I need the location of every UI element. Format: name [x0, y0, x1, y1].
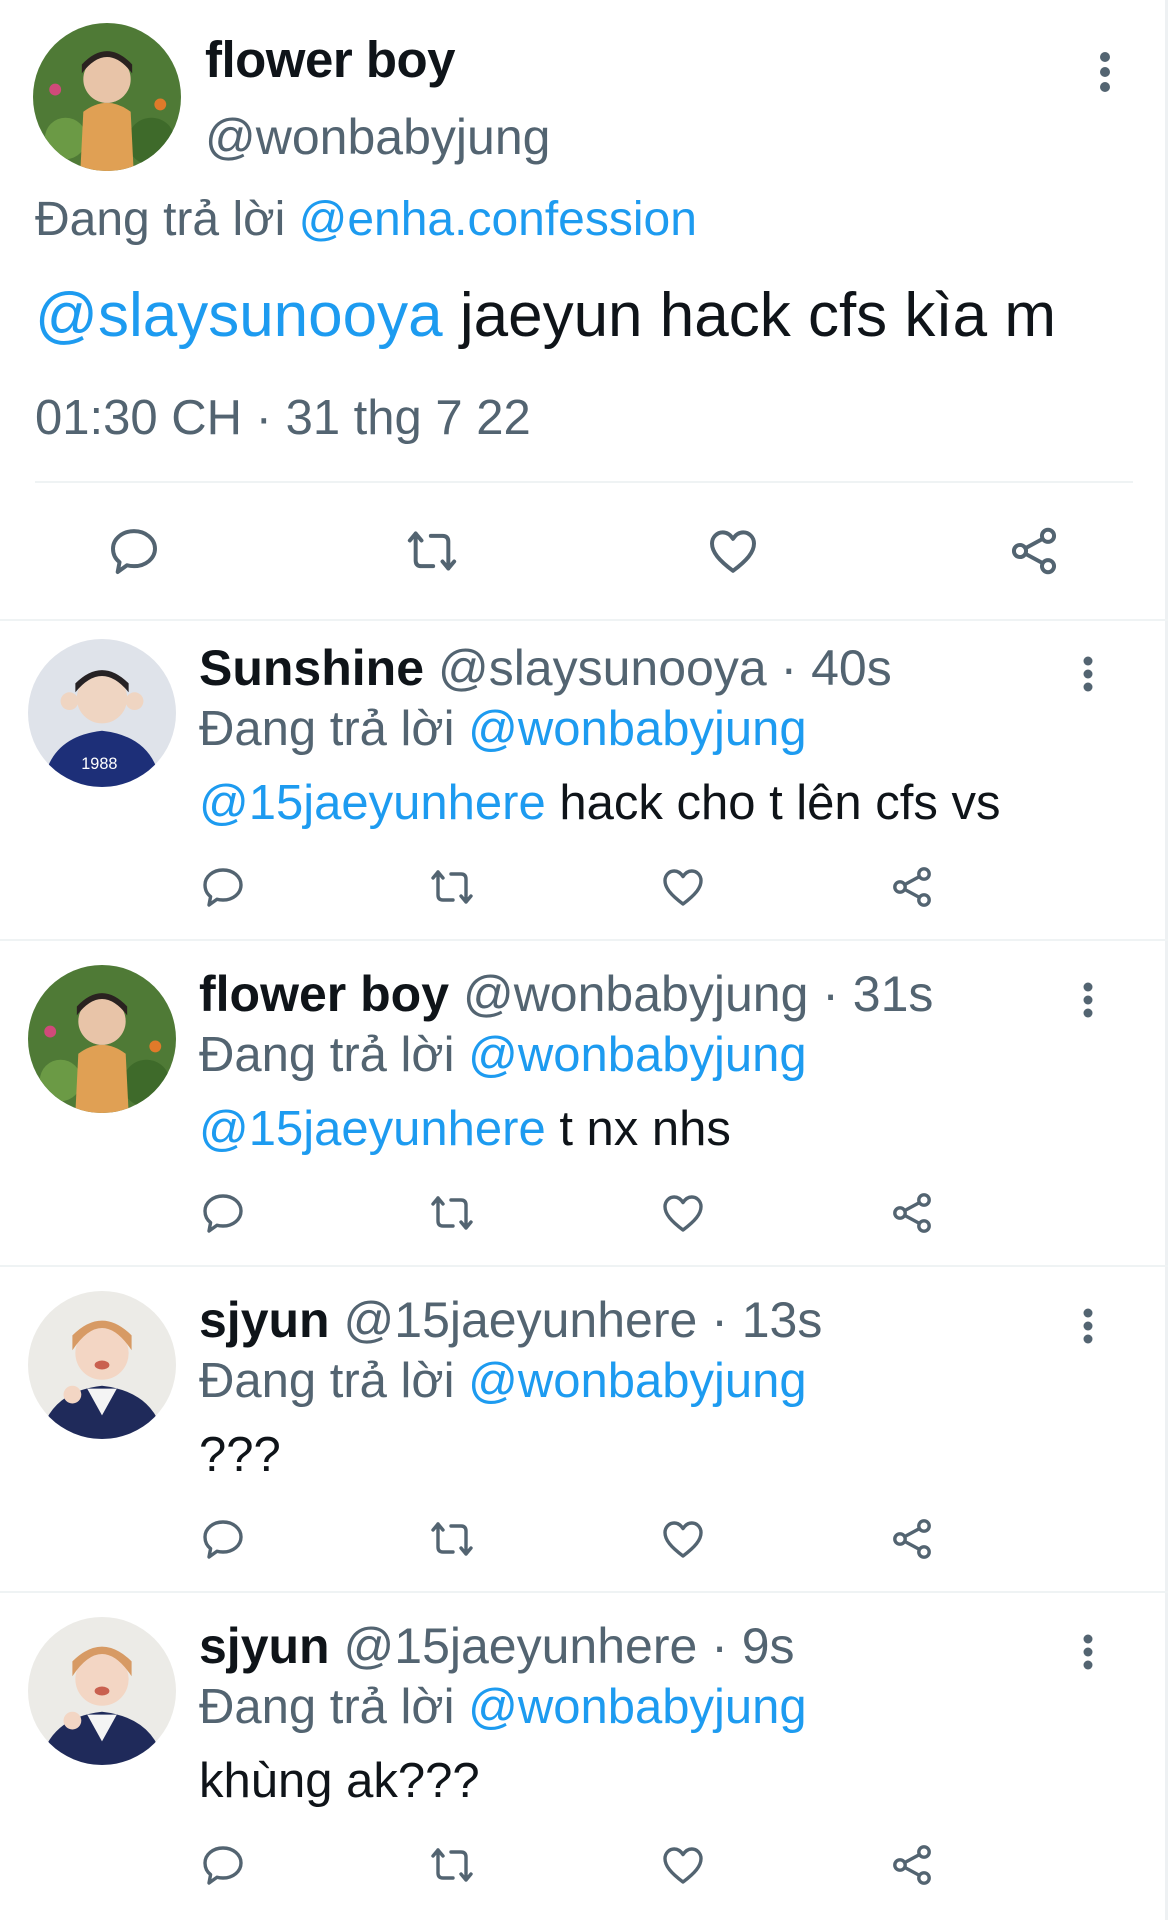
author-name[interactable]: Sunshine	[199, 640, 424, 696]
author-handle[interactable]: @15jaeyunhere	[344, 1618, 698, 1674]
replying-to-label: Đang trả lời	[199, 1354, 455, 1408]
comment-icon[interactable]	[199, 1841, 247, 1889]
replying-to: Đang trả lời @enha.confession	[35, 192, 697, 247]
tweet-mention[interactable]: @15jaeyunhere	[199, 776, 546, 830]
reply-tweet[interactable]: flower boy @wonbabyjung · 31s Đang trả l…	[0, 951, 1165, 1264]
retweet-icon[interactable]	[428, 863, 476, 911]
reply-header: flower boy @wonbabyjung · 31s	[199, 965, 933, 1023]
retweet-icon[interactable]	[428, 1515, 476, 1563]
tweet-body: ???	[199, 1428, 281, 1482]
reply-age: · 40s	[766, 640, 892, 696]
replying-to: Đang trả lời @wonbabyjung	[199, 1679, 807, 1735]
reply-age: · 9s	[697, 1618, 795, 1674]
author-name[interactable]: flower boy	[205, 30, 456, 89]
tweet-timestamp[interactable]: 01:30 CH · 31 thg 7 22	[35, 390, 531, 446]
more-options-icon[interactable]	[1082, 1307, 1094, 1350]
tweet-body: t nx nhs	[545, 1102, 731, 1156]
replying-to-mention[interactable]: @wonbabyjung	[468, 1680, 807, 1734]
like-icon[interactable]	[659, 863, 707, 911]
replying-to-label: Đang trả lời	[199, 1028, 455, 1082]
author-name[interactable]: sjyun	[199, 1618, 330, 1674]
reply-age: · 13s	[697, 1292, 823, 1348]
avatar[interactable]	[28, 1291, 176, 1439]
avatar[interactable]	[33, 23, 181, 171]
tweet-date: 31 thg 7 22	[285, 391, 531, 445]
share-icon[interactable]	[888, 1841, 936, 1889]
tweet-mention[interactable]: @slaysunooya	[35, 281, 443, 350]
more-options-icon[interactable]	[1082, 655, 1094, 698]
replying-to-label: Đang trả lời	[35, 193, 286, 246]
replying-to-label: Đang trả lời	[199, 702, 455, 756]
replying-to-mention[interactable]: @wonbabyjung	[468, 1354, 807, 1408]
tweet-text: khùng ak???	[199, 1753, 480, 1809]
reply-tweet[interactable]: 1988 Sunshine @slaysunooya · 40s Đang tr…	[0, 625, 1165, 938]
author-handle[interactable]: @wonbabyjung	[205, 108, 550, 166]
like-icon[interactable]	[705, 523, 761, 579]
comment-icon[interactable]	[199, 863, 247, 911]
avatar[interactable]	[28, 1617, 176, 1765]
replying-to-mention[interactable]: @wonbabyjung	[468, 1028, 807, 1082]
avatar[interactable]	[28, 965, 176, 1113]
retweet-icon[interactable]	[404, 523, 460, 579]
divider	[0, 1591, 1168, 1593]
like-icon[interactable]	[659, 1189, 707, 1237]
author-name[interactable]: sjyun	[199, 1292, 330, 1348]
share-icon[interactable]	[1006, 523, 1062, 579]
comment-icon[interactable]	[199, 1515, 247, 1563]
retweet-icon[interactable]	[428, 1189, 476, 1237]
divider	[0, 939, 1168, 941]
retweet-icon[interactable]	[428, 1841, 476, 1889]
replying-to: Đang trả lời @wonbabyjung	[199, 1353, 807, 1409]
author-handle[interactable]: @wonbabyjung	[463, 966, 808, 1022]
replying-to: Đang trả lời @wonbabyjung	[199, 701, 807, 757]
reply-age: · 31s	[808, 966, 934, 1022]
divider	[0, 1265, 1168, 1267]
tweet-time: 01:30 CH	[35, 391, 243, 445]
tweet-text: @15jaeyunhere t nx nhs	[199, 1101, 731, 1157]
divider	[35, 481, 1133, 483]
tweet-body: khùng ak???	[199, 1754, 480, 1808]
replying-to: Đang trả lời @wonbabyjung	[199, 1027, 807, 1083]
more-options-icon[interactable]	[1082, 1633, 1094, 1676]
timestamp-separator: ·	[242, 391, 286, 445]
tweet-body: jaeyun hack cfs kìa m	[442, 281, 1056, 350]
replying-to-mention[interactable]: @enha.confession	[299, 193, 697, 246]
reply-header: Sunshine @slaysunooya · 40s	[199, 639, 892, 697]
avatar[interactable]: 1988	[28, 639, 176, 787]
more-options-icon[interactable]	[1098, 50, 1112, 99]
svg-text:1988: 1988	[81, 755, 117, 773]
tweet-text: @slaysunooya jaeyun hack cfs kìa m	[35, 280, 1056, 351]
tweet-body: hack cho t lên cfs vs	[545, 776, 1001, 830]
author-handle[interactable]: @slaysunooya	[438, 640, 767, 696]
reply-header: sjyun @15jaeyunhere · 13s	[199, 1291, 822, 1349]
comment-icon[interactable]	[199, 1189, 247, 1237]
replying-to-mention[interactable]: @wonbabyjung	[468, 702, 807, 756]
tweet-text: @15jaeyunhere hack cho t lên cfs vs	[199, 775, 1001, 831]
share-icon[interactable]	[888, 1189, 936, 1237]
tweet-text: ???	[199, 1427, 281, 1483]
like-icon[interactable]	[659, 1515, 707, 1563]
reply-tweet[interactable]: sjyun @15jaeyunhere · 13s Đang trả lời @…	[0, 1277, 1165, 1590]
share-icon[interactable]	[888, 863, 936, 911]
share-icon[interactable]	[888, 1515, 936, 1563]
like-icon[interactable]	[659, 1841, 707, 1889]
replying-to-label: Đang trả lời	[199, 1680, 455, 1734]
comment-icon[interactable]	[106, 523, 162, 579]
author-handle[interactable]: @15jaeyunhere	[344, 1292, 698, 1348]
reply-header: sjyun @15jaeyunhere · 9s	[199, 1617, 795, 1675]
reply-tweet[interactable]: sjyun @15jaeyunhere · 9s Đang trả lời @w…	[0, 1603, 1165, 1916]
divider	[0, 619, 1168, 621]
more-options-icon[interactable]	[1082, 981, 1094, 1024]
tweet-mention[interactable]: @15jaeyunhere	[199, 1102, 546, 1156]
author-name[interactable]: flower boy	[199, 966, 449, 1022]
